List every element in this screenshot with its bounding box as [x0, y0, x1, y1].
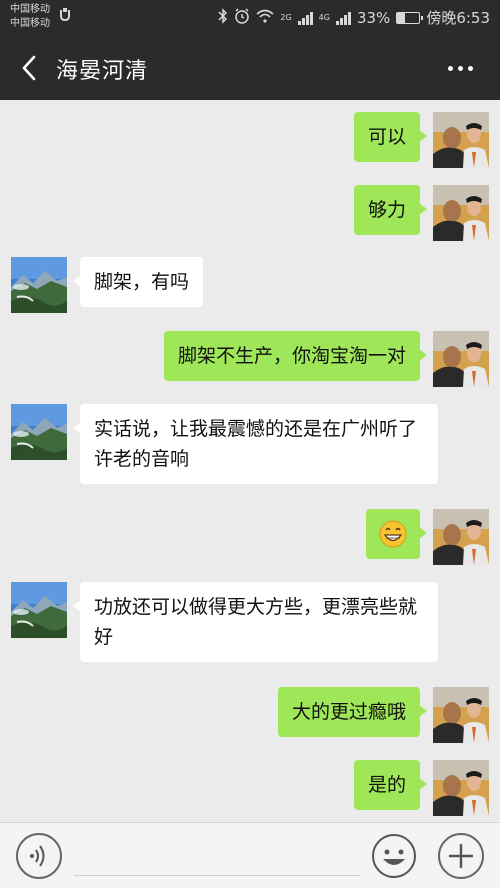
message-row: 够力: [0, 185, 500, 241]
status-right: 2G 4G 33% 傍晚6:53: [218, 7, 490, 28]
plus-icon: [449, 844, 473, 868]
network-type-1: 2G: [280, 13, 292, 22]
alarm-icon: [234, 7, 250, 28]
message-input[interactable]: [74, 875, 360, 876]
status-bar: 中国移动 中国移动 2G 4G 33% 傍晚6:53: [0, 0, 500, 36]
input-bar: [0, 822, 500, 888]
emoji-icon: [372, 834, 416, 878]
message-row: 大的更过瘾哦: [0, 687, 500, 743]
network-type-2: 4G: [318, 13, 330, 22]
clock: 傍晚6:53: [426, 9, 490, 27]
notification-icon: [58, 8, 72, 26]
message-row: [0, 509, 500, 565]
sent-message-bubble[interactable]: 大的更过瘾哦: [277, 687, 428, 737]
received-message-bubble[interactable]: 功放还可以做得更大方些，更漂亮些就好: [73, 582, 438, 662]
received-message-bubble[interactable]: 实话说，让我最震憾的还是在广州听了许老的音响: [73, 404, 438, 484]
back-button[interactable]: [14, 50, 50, 86]
sent-message-bubble[interactable]: 够力: [353, 185, 428, 235]
more-dot: [447, 65, 453, 71]
contact-avatar[interactable]: [11, 257, 67, 313]
sent-message-bubble[interactable]: [366, 509, 427, 559]
message-row: 可以: [0, 112, 500, 168]
my-avatar[interactable]: [433, 112, 489, 168]
sent-message-bubble[interactable]: 可以: [353, 112, 428, 162]
my-avatar[interactable]: [433, 509, 489, 565]
carrier-1: 中国移动: [10, 4, 50, 15]
carrier-2: 中国移动: [10, 18, 50, 29]
sent-message-bubble[interactable]: 脚架不生产，你淘宝淘一对: [163, 331, 428, 381]
chat-title: 海晏河清: [56, 59, 149, 84]
message-row: 脚架不生产，你淘宝淘一对: [0, 331, 500, 387]
more-options-button[interactable]: [442, 58, 478, 78]
more-dot: [467, 65, 473, 71]
more-dot: [457, 65, 463, 71]
carrier-info: 中国移动 中国移动: [10, 3, 50, 31]
voice-icon: [30, 845, 45, 867]
signal-icon-1: [297, 11, 313, 25]
my-avatar[interactable]: [433, 687, 489, 743]
message-list[interactable]: 可以 够力 脚架，有吗 脚架不生产，你淘宝淘一对 实话说，让我最震憾的还是在广州…: [0, 100, 500, 822]
contact-avatar[interactable]: [11, 582, 67, 638]
emoji-button[interactable]: [371, 833, 417, 879]
message-row: 是的: [0, 760, 500, 816]
received-message-bubble[interactable]: 脚架，有吗: [72, 257, 204, 307]
message-row: 脚架，有吗: [0, 257, 500, 313]
my-avatar[interactable]: [433, 331, 489, 387]
battery-icon: [396, 11, 424, 24]
contact-avatar[interactable]: [11, 404, 67, 460]
nav-bar: 海晏河清: [0, 36, 500, 100]
more-functions-button[interactable]: [438, 833, 484, 879]
sent-message-bubble[interactable]: 是的: [353, 760, 428, 810]
wifi-icon: [256, 9, 274, 27]
message-row: 实话说，让我最震憾的还是在广州听了许老的音响: [0, 404, 500, 490]
grinning-face-emoji-icon: [379, 520, 407, 548]
bluetooth-icon: [218, 7, 228, 28]
my-avatar[interactable]: [433, 760, 489, 816]
message-row: 功放还可以做得更大方些，更漂亮些就好: [0, 582, 500, 668]
battery-percent: 33%: [356, 8, 391, 27]
voice-button[interactable]: [16, 833, 62, 879]
signal-icon-2: [335, 11, 351, 25]
back-arrow-icon: [22, 55, 36, 81]
my-avatar[interactable]: [433, 185, 489, 241]
